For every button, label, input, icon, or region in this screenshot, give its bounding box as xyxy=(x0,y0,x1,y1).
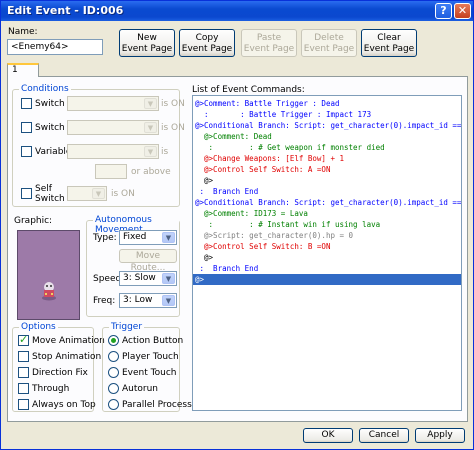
command-line[interactable]: : : Battle Trigger : Impact 173 xyxy=(195,109,371,120)
paste-event-page-button[interactable]: Paste Event Page xyxy=(241,29,297,57)
switch1-checkbox[interactable] xyxy=(21,98,32,109)
graphic-preview[interactable] xyxy=(17,230,80,320)
command-line[interactable]: : Branch End xyxy=(195,186,259,197)
variable-is: is xyxy=(161,147,169,157)
player-touch-label: Player Touch xyxy=(122,352,179,362)
action-button-label: Action Button xyxy=(122,336,184,346)
speed-select[interactable]: 3: Slow ▼ xyxy=(119,271,177,286)
switch1-label: Switch xyxy=(35,99,65,109)
switch1-select[interactable]: ▼ xyxy=(67,96,159,111)
parallel-process-radio[interactable] xyxy=(108,399,119,410)
switch2-checkbox[interactable] xyxy=(21,122,32,133)
window-title: Edit Event - ID:006 xyxy=(7,4,124,17)
direction-fix-label: Direction Fix xyxy=(32,368,88,378)
variable-select[interactable]: ▼ xyxy=(67,144,159,159)
event-commands-label: List of Event Commands: xyxy=(192,85,305,95)
type-select[interactable]: Fixed ▼ xyxy=(119,230,177,245)
event-touch-label: Event Touch xyxy=(122,368,177,378)
command-line[interactable]: @>Comment: Battle Trigger : Dead xyxy=(195,98,340,109)
stop-animation-checkbox[interactable] xyxy=(18,351,29,362)
new-event-page-button[interactable]: New Event Page xyxy=(119,29,175,57)
through-checkbox[interactable] xyxy=(18,383,29,394)
self-switch-is-on: is ON xyxy=(111,189,135,199)
delete-event-page-button[interactable]: Delete Event Page xyxy=(301,29,357,57)
through-label: Through xyxy=(32,384,70,394)
edit-event-dialog: Edit Event - ID:006 ? ✕ Name: New Event … xyxy=(0,0,474,450)
autonomous-movement-group: Autonomous Movement Type: Fixed▼ Move Ro… xyxy=(86,215,180,317)
self-switch-select[interactable]: ▼ xyxy=(67,186,107,201)
command-line[interactable]: @> xyxy=(195,175,213,186)
variable-checkbox[interactable] xyxy=(21,146,32,157)
clear-event-page-button[interactable]: Clear Event Page xyxy=(361,29,417,57)
chevron-down-icon: ▼ xyxy=(92,188,105,199)
switch2-select[interactable]: ▼ xyxy=(67,120,159,135)
tab-page-1[interactable]: 1 xyxy=(7,63,39,77)
command-line[interactable]: @>Comment: ID173 = Lava xyxy=(195,208,308,219)
self-switch-label: Self Switch xyxy=(35,184,65,204)
command-line[interactable]: @>Comment: Dead xyxy=(195,131,272,142)
chevron-down-icon: ▼ xyxy=(144,146,157,157)
always-on-top-label: Always on Top xyxy=(32,400,96,410)
command-line[interactable]: : : # Instant win if using lava xyxy=(195,219,381,230)
switch2-label: Switch xyxy=(35,123,65,133)
command-line[interactable]: @>Conditional Branch: Script: get_charac… xyxy=(195,197,461,208)
trigger-title: Trigger xyxy=(109,322,145,332)
self-switch-checkbox[interactable] xyxy=(21,188,32,199)
help-button[interactable]: ? xyxy=(435,3,452,19)
chevron-down-icon: ▼ xyxy=(144,98,157,109)
move-animation-checkbox[interactable] xyxy=(18,333,29,346)
freq-select[interactable]: 3: Low ▼ xyxy=(119,293,177,308)
cancel-button[interactable]: Cancel xyxy=(359,428,409,443)
switch1-is-on: is ON xyxy=(161,99,185,109)
chevron-down-icon: ▼ xyxy=(162,273,175,284)
autorun-radio[interactable] xyxy=(108,383,119,394)
command-line[interactable]: @>Control Self Switch: A =ON xyxy=(195,164,330,175)
autorun-label: Autorun xyxy=(122,384,159,394)
variable-value-spinner[interactable] xyxy=(95,164,127,179)
freq-label: Freq: xyxy=(93,296,116,306)
apply-button[interactable]: Apply xyxy=(415,428,465,443)
action-button-radio[interactable] xyxy=(108,335,119,346)
player-touch-radio[interactable] xyxy=(108,351,119,362)
ok-button[interactable]: OK xyxy=(303,428,353,443)
graphic-label: Graphic: xyxy=(14,216,53,226)
event-commands-list[interactable]: @>Comment: Battle Trigger : Dead : : Bat… xyxy=(192,95,462,411)
command-line[interactable]: @>Change Weapons: [Elf Bow] + 1 xyxy=(195,153,344,164)
command-line[interactable]: : Branch End xyxy=(195,263,259,274)
options-group: Options Move Animation Stop Animation Di… xyxy=(12,322,105,412)
conditions-group: Conditions Switch ▼ is ON Switch ▼ is ON… xyxy=(12,84,185,207)
copy-event-page-button[interactable]: Copy Event Page xyxy=(179,29,235,57)
chevron-down-icon: ▼ xyxy=(162,295,175,306)
always-on-top-checkbox[interactable] xyxy=(18,399,29,410)
variable-or-above: or above xyxy=(131,167,171,177)
stop-animation-label: Stop Animation xyxy=(32,352,102,362)
type-label: Type: xyxy=(93,233,117,243)
name-input[interactable] xyxy=(7,39,103,55)
direction-fix-checkbox[interactable] xyxy=(18,367,29,378)
command-line[interactable]: @> xyxy=(193,274,461,285)
parallel-process-label: Parallel Process xyxy=(122,400,192,410)
command-line[interactable]: @> xyxy=(195,252,213,263)
command-line[interactable]: : : # Get weapon if monster died xyxy=(195,142,385,153)
name-label: Name: xyxy=(8,27,38,37)
chevron-down-icon: ▼ xyxy=(162,232,175,243)
trigger-group: Trigger Action Button Player Touch Event… xyxy=(102,322,192,412)
command-line[interactable]: @>Conditional Branch: Script: get_charac… xyxy=(195,120,461,131)
event-page-panel: Conditions Switch ▼ is ON Switch ▼ is ON… xyxy=(7,76,468,422)
chevron-down-icon: ▼ xyxy=(144,122,157,133)
event-sprite-icon xyxy=(42,282,56,301)
move-route-button[interactable]: Move Route... xyxy=(119,249,177,273)
command-line[interactable]: @>Script: get_character(0).hp = 0 xyxy=(195,230,353,241)
event-touch-radio[interactable] xyxy=(108,367,119,378)
options-title: Options xyxy=(19,322,58,332)
command-line[interactable]: @>Control Self Switch: B =ON xyxy=(195,241,330,252)
conditions-title: Conditions xyxy=(19,84,71,94)
title-bar[interactable]: Edit Event - ID:006 ? ✕ xyxy=(1,1,473,21)
switch2-is-on: is ON xyxy=(161,123,185,133)
variable-label: Variable xyxy=(35,147,72,157)
close-button[interactable]: ✕ xyxy=(454,3,471,19)
move-animation-label: Move Animation xyxy=(32,336,105,346)
